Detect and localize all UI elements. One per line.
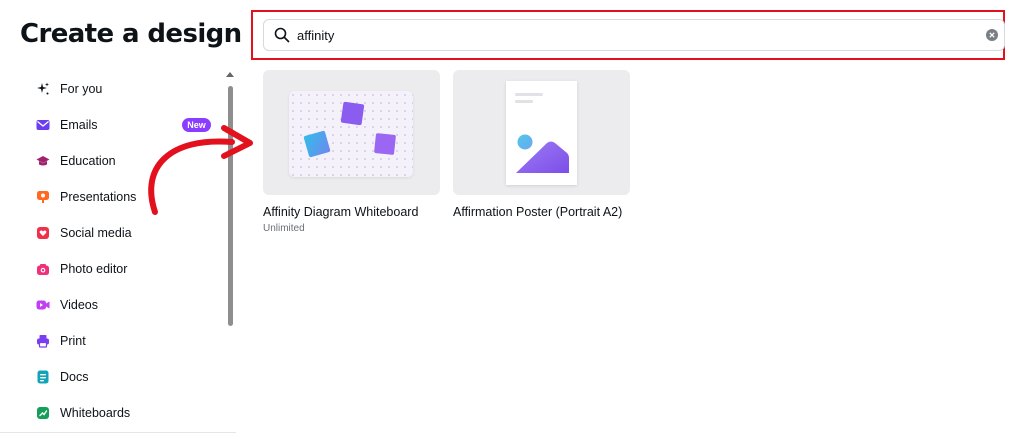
- sidebar-divider: [0, 432, 236, 433]
- sidebar-item-label: Presentations: [60, 190, 137, 204]
- sidebar-item-label: For you: [60, 82, 103, 96]
- poster-preview: [506, 81, 577, 185]
- blue-square: [303, 130, 331, 158]
- result-card-affirmation-poster[interactable]: Affirmation Poster (Portrait A2): [453, 70, 630, 219]
- presentation-icon: [36, 190, 50, 204]
- sidebar-item-label: Social media: [60, 226, 132, 240]
- result-card-affinity-diagram[interactable]: Affinity Diagram Whiteboard Unlimited: [263, 70, 440, 234]
- result-title[interactable]: Affinity Diagram Whiteboard: [263, 205, 418, 219]
- camera-icon: [36, 262, 50, 276]
- whiteboard-icon: [36, 406, 50, 420]
- scroll-up-arrow[interactable]: [226, 72, 234, 77]
- sidebar-item-whiteboards[interactable]: Whiteboards: [22, 398, 212, 428]
- whiteboard-preview: [289, 91, 413, 177]
- envelope-icon: [36, 118, 50, 132]
- sidebar-item-label: Print: [60, 334, 86, 348]
- sidebar-item-photo-editor[interactable]: Photo editor: [22, 254, 212, 284]
- search-icon: [274, 27, 290, 43]
- sidebar-item-label: Videos: [60, 298, 98, 312]
- graduation-cap-icon: [36, 154, 50, 168]
- sidebar-item-for-you[interactable]: For you: [22, 74, 212, 104]
- sidebar-item-label: Education: [60, 154, 116, 168]
- result-title[interactable]: Affirmation Poster (Portrait A2): [453, 205, 622, 219]
- result-subtitle: Unlimited: [263, 223, 305, 234]
- video-icon: [36, 298, 50, 312]
- poster-thumbnail: [453, 70, 630, 195]
- sidebar-item-label: Emails: [60, 118, 98, 132]
- annotation-arrow-icon: [148, 125, 253, 215]
- close-icon: [989, 32, 995, 38]
- whiteboard-thumbnail: [263, 70, 440, 195]
- printer-icon: [36, 334, 50, 348]
- document-icon: [36, 370, 50, 384]
- purple-square: [340, 101, 365, 126]
- image-placeholder-icon: [515, 93, 569, 173]
- sparkle-icon: [36, 82, 50, 96]
- sidebar-item-docs[interactable]: Docs: [22, 362, 212, 392]
- search-bar[interactable]: [263, 19, 1005, 51]
- sidebar-item-label: Photo editor: [60, 262, 128, 276]
- heart-icon: [36, 226, 50, 240]
- sidebar-item-videos[interactable]: Videos: [22, 290, 212, 320]
- search-input[interactable]: [297, 27, 947, 43]
- violet-square: [374, 133, 396, 155]
- sidebar-item-label: Docs: [60, 370, 89, 384]
- sidebar-item-label: Whiteboards: [60, 406, 131, 420]
- page-title: Create a design: [20, 19, 242, 49]
- sidebar-item-print[interactable]: Print: [22, 326, 212, 356]
- clear-search-button[interactable]: [986, 29, 998, 41]
